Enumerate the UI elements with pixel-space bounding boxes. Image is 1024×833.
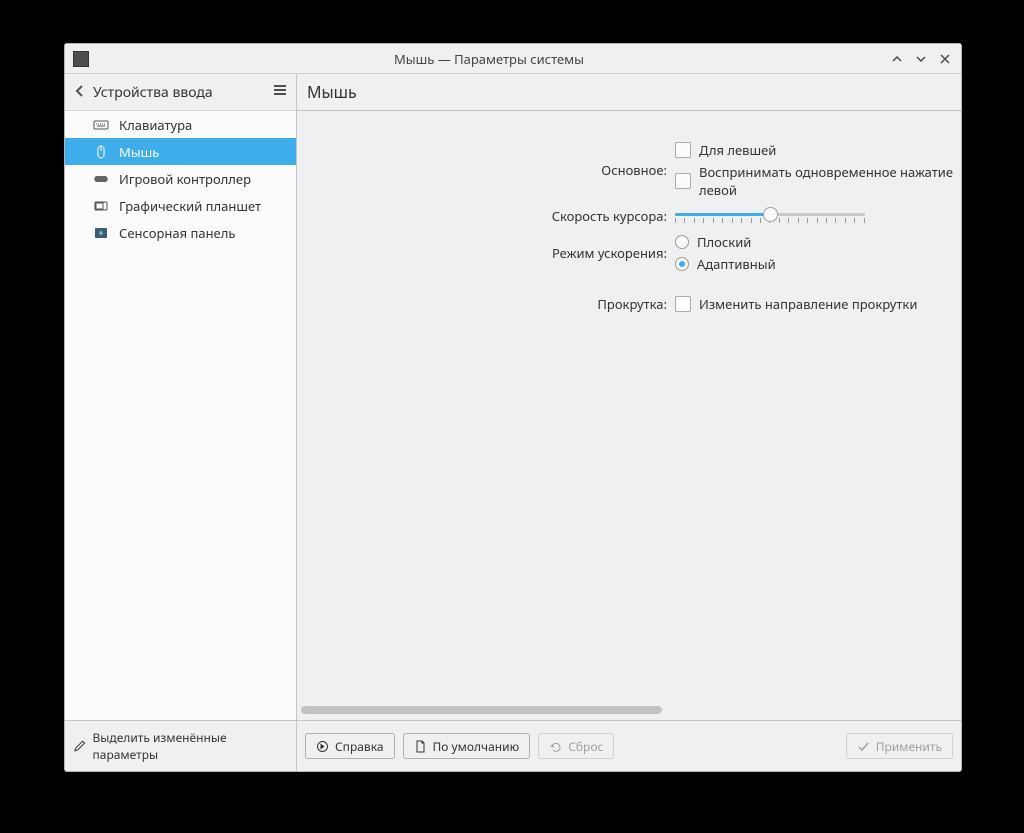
pointer-speed-label: Скорость курсора:: [297, 207, 667, 225]
app-icon: [73, 51, 89, 67]
horizontal-scrollbar[interactable]: [301, 706, 957, 716]
sidebar-item-mouse[interactable]: Мышь: [65, 138, 296, 165]
sidebar-nav: Клавиатура Мышь Игровой контроллер Графи…: [65, 110, 296, 720]
sidebar-item-touchpad[interactable]: Сенсорная панель: [65, 219, 296, 246]
pointer-speed-slider[interactable]: [675, 205, 865, 227]
titlebar: Мышь — Параметры системы: [65, 44, 961, 74]
left-handed-checkbox[interactable]: [675, 142, 691, 158]
apply-button: Применить: [846, 733, 953, 759]
sidebar-title: Устройства ввода: [93, 83, 213, 102]
close-button[interactable]: [937, 51, 953, 67]
window-controls: [889, 51, 953, 67]
slider-thumb[interactable]: [763, 207, 778, 222]
invert-scroll-label[interactable]: Изменить направление прокрутки: [699, 295, 917, 313]
simultaneous-press-checkbox[interactable]: [675, 173, 691, 189]
keyboard-icon: [93, 117, 109, 133]
sidebar-item-gamepad[interactable]: Игровой контроллер: [65, 165, 296, 192]
sidebar-item-label: Игровой контроллер: [119, 170, 251, 188]
accel-flat-radio[interactable]: [675, 235, 689, 249]
reset-label: Сброс: [568, 738, 603, 755]
main-panel: Мышь Основное: Для левшей Воспринимать о…: [297, 74, 961, 720]
settings-window: Мышь — Параметры системы Устройства ввод…: [64, 43, 962, 772]
sidebar-item-keyboard[interactable]: Клавиатура: [65, 111, 296, 138]
menu-button[interactable]: [272, 81, 288, 103]
reset-button: Сброс: [538, 733, 614, 759]
sidebar-item-label: Клавиатура: [119, 116, 192, 134]
sidebar-item-label: Сенсорная панель: [119, 224, 235, 242]
highlight-changed-button[interactable]: Выделить изменённые параметры: [65, 721, 297, 771]
accel-adaptive-label[interactable]: Адаптивный: [697, 255, 776, 273]
touchpad-icon: [93, 225, 109, 241]
sidebar-item-label: Графический планшет: [119, 197, 261, 215]
accel-adaptive-radio[interactable]: [675, 257, 689, 271]
defaults-label: По умолчанию: [433, 738, 520, 755]
help-button[interactable]: Справка: [305, 733, 395, 759]
check-icon: [857, 740, 870, 753]
document-icon: [414, 740, 427, 753]
highlight-changed-label: Выделить изменённые параметры: [93, 729, 289, 763]
accel-flat-label[interactable]: Плоский: [697, 233, 751, 251]
scrollbar-thumb[interactable]: [301, 706, 662, 714]
sidebar-header: Устройства ввода: [65, 74, 296, 110]
minimize-button[interactable]: [889, 51, 905, 67]
undo-icon: [549, 740, 562, 753]
page-title: Мышь: [297, 74, 961, 110]
mouse-icon: [93, 144, 109, 160]
window-title: Мышь — Параметры системы: [89, 50, 889, 68]
sidebar-item-tablet[interactable]: Графический планшет: [65, 192, 296, 219]
maximize-button[interactable]: [913, 51, 929, 67]
apply-label: Применить: [876, 738, 942, 755]
back-button[interactable]: [73, 81, 87, 103]
simultaneous-press-label[interactable]: Воспринимать одновременное нажатие левой: [699, 163, 961, 199]
invert-scroll-checkbox[interactable]: [675, 296, 691, 312]
pencil-icon: [73, 739, 87, 753]
scroll-label: Прокрутка:: [297, 295, 667, 313]
help-icon: [316, 740, 329, 753]
tablet-icon: [93, 198, 109, 214]
sidebar: Устройства ввода Клавиатура Мышь Игровой…: [65, 74, 297, 720]
left-handed-label[interactable]: Для левшей: [699, 141, 776, 159]
primary-label: Основное:: [297, 161, 667, 179]
sidebar-item-label: Мышь: [119, 143, 159, 161]
footer: Выделить изменённые параметры Справка По…: [65, 720, 961, 771]
content-area: Основное: Для левшей Воспринимать одновр…: [297, 110, 961, 720]
settings-form: Основное: Для левшей Воспринимать одновр…: [297, 141, 961, 313]
accel-mode-label: Режим ускорения:: [297, 244, 667, 262]
defaults-button[interactable]: По умолчанию: [403, 733, 531, 759]
help-label: Справка: [335, 738, 384, 755]
gamepad-icon: [93, 171, 109, 187]
